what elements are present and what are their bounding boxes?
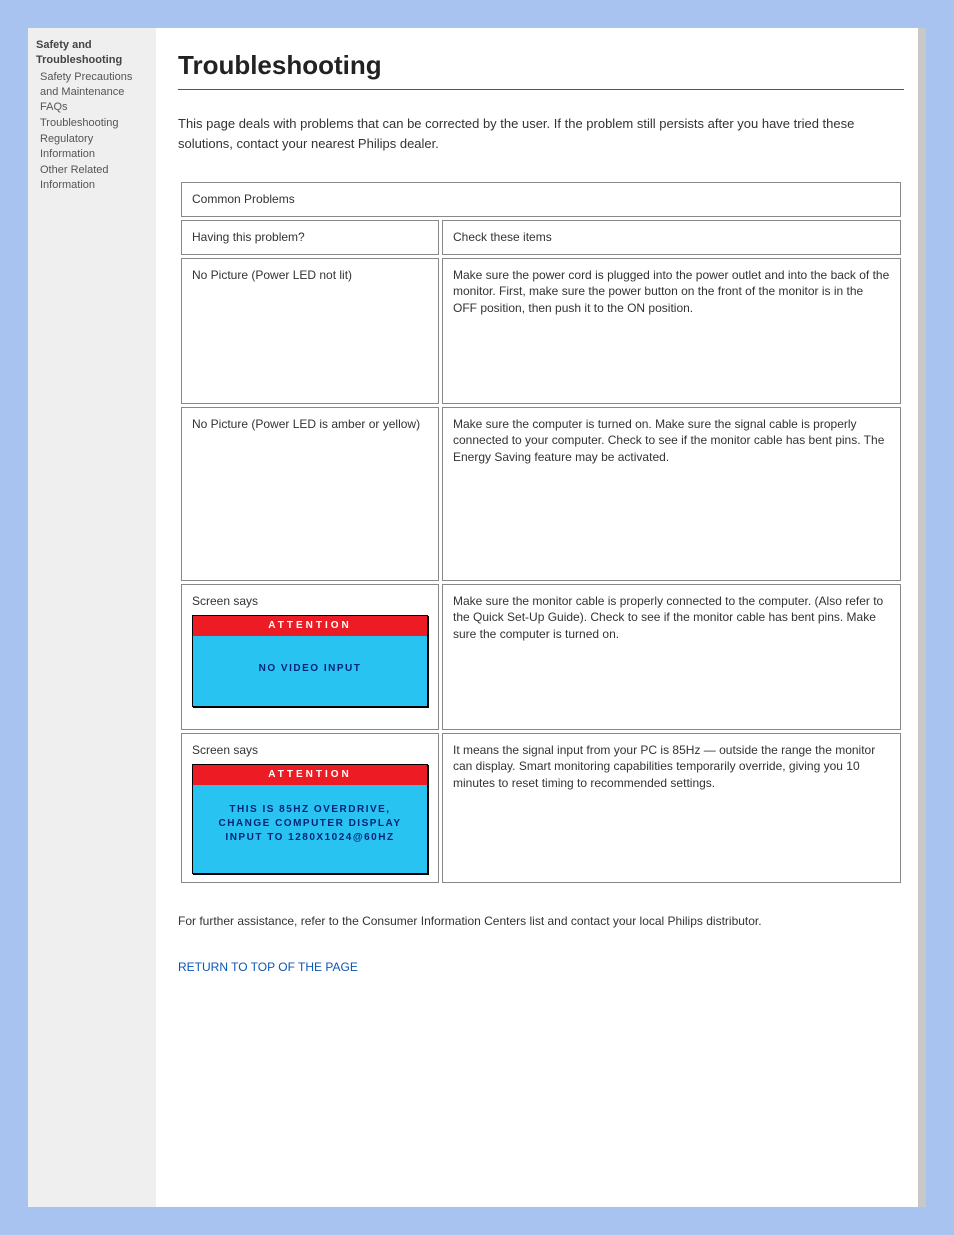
warning-body: NO VIDEO INPUT <box>193 636 427 706</box>
page: Safety and Troubleshooting Safety Precau… <box>28 28 926 1207</box>
divider <box>178 89 904 90</box>
table-header-problem: Having this problem? <box>181 220 439 255</box>
table-cell-fix: Make sure the computer is turned on. Mak… <box>442 407 901 581</box>
page-title: Troubleshooting <box>178 50 904 81</box>
scrollbar[interactable] <box>918 28 926 1207</box>
table-cell-problem: No Picture (Power LED is amber or yellow… <box>181 407 439 581</box>
back-to-top-link[interactable]: RETURN TO TOP OF THE PAGE <box>178 960 358 974</box>
table-cell-fix: Make sure the monitor cable is properly … <box>442 584 901 730</box>
sidebar: Safety and Troubleshooting Safety Precau… <box>28 28 156 1207</box>
footer-text: For further assistance, refer to the Con… <box>178 912 904 930</box>
sidebar-item-faqs[interactable]: FAQs <box>36 100 148 115</box>
table-cell-fix: It means the signal input from your PC i… <box>442 733 901 884</box>
warning-line: THIS IS 85HZ OVERDRIVE, <box>201 803 419 817</box>
table-cell-problem: No Picture (Power LED not lit) <box>181 258 439 404</box>
sidebar-item-safety[interactable]: Safety Precautions and Maintenance <box>36 70 148 100</box>
sidebar-item-other[interactable]: Other Related Information <box>36 163 148 193</box>
content: Troubleshooting This page deals with pro… <box>156 28 926 1207</box>
table-caption: Common Problems <box>181 182 901 217</box>
warning-box: ATTENTION THIS IS 85HZ OVERDRIVE, CHANGE… <box>192 764 428 874</box>
sidebar-item-troubleshooting[interactable]: Troubleshooting <box>36 116 148 131</box>
sidebar-group-header: Safety and Troubleshooting <box>36 38 148 68</box>
intro-text: This page deals with problems that can b… <box>178 114 904 153</box>
footer-links: RETURN TO TOP OF THE PAGE <box>178 960 904 974</box>
troubleshooting-table: Common Problems Having this problem? Che… <box>178 179 904 886</box>
table-cell-fix: Make sure the power cord is plugged into… <box>442 258 901 404</box>
warning-line: INPUT TO 1280X1024@60HZ <box>201 831 419 845</box>
table-cell-label: Screen says <box>192 593 428 610</box>
sidebar-item-regulatory[interactable]: Regulatory Information <box>36 132 148 162</box>
table-header-fix: Check these items <box>442 220 901 255</box>
warning-line: CHANGE COMPUTER DISPLAY <box>201 817 419 831</box>
warning-header: ATTENTION <box>193 616 427 636</box>
table-cell-warning: Screen says ATTENTION THIS IS 85HZ OVERD… <box>181 733 439 884</box>
warning-box: ATTENTION NO VIDEO INPUT <box>192 615 428 707</box>
table-cell-warning: Screen says ATTENTION NO VIDEO INPUT <box>181 584 439 730</box>
warning-body: THIS IS 85HZ OVERDRIVE, CHANGE COMPUTER … <box>193 785 427 873</box>
warning-header: ATTENTION <box>193 765 427 785</box>
table-cell-label: Screen says <box>192 742 428 759</box>
